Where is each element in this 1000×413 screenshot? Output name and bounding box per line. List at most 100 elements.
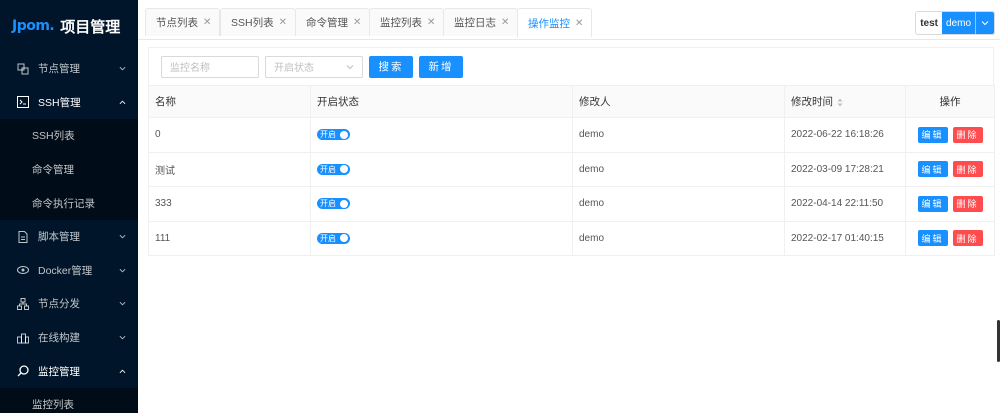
sidebar: Jpom. 项目管理 节点管理 SSH管理 SSH列表 命令管理 命令执行记录 … bbox=[0, 0, 138, 413]
sidebar-item-label: 在线构建 bbox=[38, 332, 80, 345]
sidebar-item-script-management[interactable]: 脚本管理 bbox=[0, 220, 138, 254]
cell-time: 2022-04-14 22:11:50 bbox=[784, 186, 906, 222]
status-toggle[interactable]: 开启 bbox=[317, 163, 350, 175]
chevron-up-icon bbox=[118, 98, 126, 106]
cell-modifier: demo bbox=[572, 117, 785, 153]
tab-label: 监控日志 bbox=[454, 17, 496, 29]
status-select[interactable]: 开启状态 bbox=[265, 55, 363, 78]
search-icon bbox=[16, 364, 30, 378]
cell-status: 开启 bbox=[310, 117, 573, 153]
cell-status: 开启 bbox=[310, 151, 573, 187]
status-toggle[interactable]: 开启 bbox=[317, 198, 350, 210]
tab-node-list[interactable]: 节点列表 ✕ bbox=[145, 8, 221, 36]
status-toggle[interactable]: 开启 bbox=[317, 129, 350, 141]
tab-command-management[interactable]: 命令管理 ✕ bbox=[295, 8, 371, 36]
delete-button[interactable]: 删除 bbox=[952, 126, 983, 143]
sort-icon[interactable] bbox=[837, 98, 843, 107]
monitor-name-input[interactable]: 监控名称 bbox=[161, 55, 259, 78]
sidebar-item-docker-management[interactable]: Docker管理 bbox=[0, 254, 138, 288]
tab-label: SSH列表 bbox=[231, 17, 274, 29]
header-name: 名称 bbox=[148, 85, 311, 118]
add-button[interactable]: 新增 bbox=[419, 55, 463, 78]
sidebar-item-monitor-management[interactable]: 监控管理 bbox=[0, 354, 138, 388]
terminal-icon bbox=[16, 95, 30, 109]
tab-operation-monitor[interactable]: 操作监控 ✕ bbox=[517, 8, 593, 37]
chevron-down-icon[interactable] bbox=[975, 12, 994, 34]
user-button[interactable]: demo bbox=[941, 12, 975, 34]
close-icon[interactable]: ✕ bbox=[203, 17, 211, 28]
cell-name: 333 bbox=[148, 186, 311, 222]
edit-button[interactable]: 编辑 bbox=[917, 161, 948, 178]
delete-button[interactable]: 删除 bbox=[952, 161, 983, 178]
cell-modifier: demo bbox=[572, 220, 785, 256]
user-menu[interactable]: test demo bbox=[915, 11, 995, 35]
cell-name: 测试 bbox=[148, 151, 311, 187]
delete-button[interactable]: 删除 bbox=[952, 195, 983, 212]
sidebar-subitem-ssh-list[interactable]: SSH列表 bbox=[0, 119, 138, 153]
header-ops: 操作 bbox=[905, 85, 995, 118]
sidebar-item-label: 监控管理 bbox=[38, 365, 80, 378]
app-title: 项目管理 bbox=[60, 18, 121, 36]
sidebar-item-node-distribution[interactable]: 节点分发 bbox=[0, 287, 138, 321]
sidebar-subitem-command-management[interactable]: 命令管理 bbox=[0, 153, 138, 187]
sidebar-item-label: Docker管理 bbox=[38, 264, 93, 277]
close-icon[interactable]: ✕ bbox=[575, 18, 583, 29]
chevron-down-icon bbox=[118, 266, 126, 274]
cell-ops: 编辑 删除 bbox=[905, 151, 995, 187]
toggle-label: 开启 bbox=[320, 233, 336, 243]
table-header-row: 名称 开启状态 修改人 修改时间 操作 bbox=[148, 85, 995, 118]
header-time[interactable]: 修改时间 bbox=[784, 85, 906, 118]
cell-ops: 编辑 删除 bbox=[905, 117, 995, 153]
chevron-down-icon bbox=[118, 334, 126, 342]
chevron-down-icon bbox=[118, 300, 126, 308]
tab-ssh-list[interactable]: SSH列表 ✕ bbox=[220, 8, 296, 36]
table-row: 测试 开启 demo 2022-03-09 17:28:21 编辑 删除 bbox=[148, 151, 995, 187]
sidebar-subitem-monitor-list[interactable]: 监控列表 bbox=[0, 388, 138, 413]
search-button[interactable]: 搜索 bbox=[369, 55, 413, 78]
sidebar-item-label: SSH管理 bbox=[38, 96, 81, 109]
table-row: 333 开启 demo 2022-04-14 22:11:50 编辑 删除 bbox=[148, 186, 995, 222]
toggle-knob bbox=[340, 165, 348, 174]
cell-ops: 编辑 删除 bbox=[905, 220, 995, 256]
close-icon[interactable]: ✕ bbox=[501, 17, 509, 28]
toggle-knob bbox=[340, 130, 348, 139]
nodes-icon bbox=[16, 62, 30, 76]
sidebar-item-node-management[interactable]: 节点管理 bbox=[0, 52, 138, 86]
close-icon[interactable]: ✕ bbox=[279, 17, 287, 28]
ssh-submenu: SSH列表 命令管理 命令执行记录 bbox=[0, 119, 138, 220]
sidebar-subitem-command-log[interactable]: 命令执行记录 bbox=[0, 186, 138, 220]
logo-mark: Jpom. bbox=[12, 18, 55, 34]
chevron-up-icon bbox=[118, 367, 126, 375]
main-area: 节点列表 ✕ SSH列表 ✕ 命令管理 ✕ 监控列表 ✕ 监控日志 ✕ 操作监控 ✕ tes… bbox=[138, 0, 1000, 413]
cell-time: 2022-03-09 17:28:21 bbox=[784, 151, 906, 187]
edit-button[interactable]: 编辑 bbox=[917, 195, 948, 212]
file-icon bbox=[16, 230, 30, 244]
sidebar-item-online-build[interactable]: 在线构建 bbox=[0, 321, 138, 355]
edit-button[interactable]: 编辑 bbox=[917, 230, 948, 247]
status-select-placeholder: 开启状态 bbox=[274, 63, 314, 74]
filter-bar: 监控名称 开启状态 搜索 新增 bbox=[148, 47, 994, 85]
toggle-label: 开启 bbox=[320, 164, 336, 174]
status-toggle[interactable]: 开启 bbox=[317, 232, 350, 244]
build-icon bbox=[16, 331, 30, 345]
sidebar-item-label: 节点分发 bbox=[38, 298, 80, 311]
close-icon[interactable]: ✕ bbox=[427, 17, 435, 28]
table-row: 111 开启 demo 2022-02-17 01:40:15 编辑 删除 bbox=[148, 220, 995, 256]
logo[interactable]: Jpom. 项目管理 bbox=[0, 0, 138, 52]
sidebar-item-ssh-management[interactable]: SSH管理 bbox=[0, 86, 138, 120]
chevron-down-icon bbox=[118, 65, 126, 73]
close-icon[interactable]: ✕ bbox=[353, 17, 361, 28]
edit-button[interactable]: 编辑 bbox=[917, 126, 948, 143]
monitor-table: 名称 开启状态 修改人 修改时间 操作 0 开启 demo 2022-06-22 16… bbox=[148, 85, 995, 256]
toggle-label: 开启 bbox=[320, 130, 336, 140]
tab-monitor-log[interactable]: 监控日志 ✕ bbox=[443, 8, 519, 36]
cell-time: 2022-02-17 01:40:15 bbox=[784, 220, 906, 256]
cluster-icon bbox=[16, 297, 30, 311]
toggle-label: 开启 bbox=[320, 199, 336, 209]
tab-label: 节点列表 bbox=[156, 17, 198, 29]
toggle-knob bbox=[340, 234, 348, 243]
tab-monitor-list[interactable]: 监控列表 ✕ bbox=[369, 8, 445, 36]
delete-button[interactable]: 删除 bbox=[952, 230, 983, 247]
docker-icon bbox=[16, 263, 30, 277]
cell-modifier: demo bbox=[572, 186, 785, 222]
